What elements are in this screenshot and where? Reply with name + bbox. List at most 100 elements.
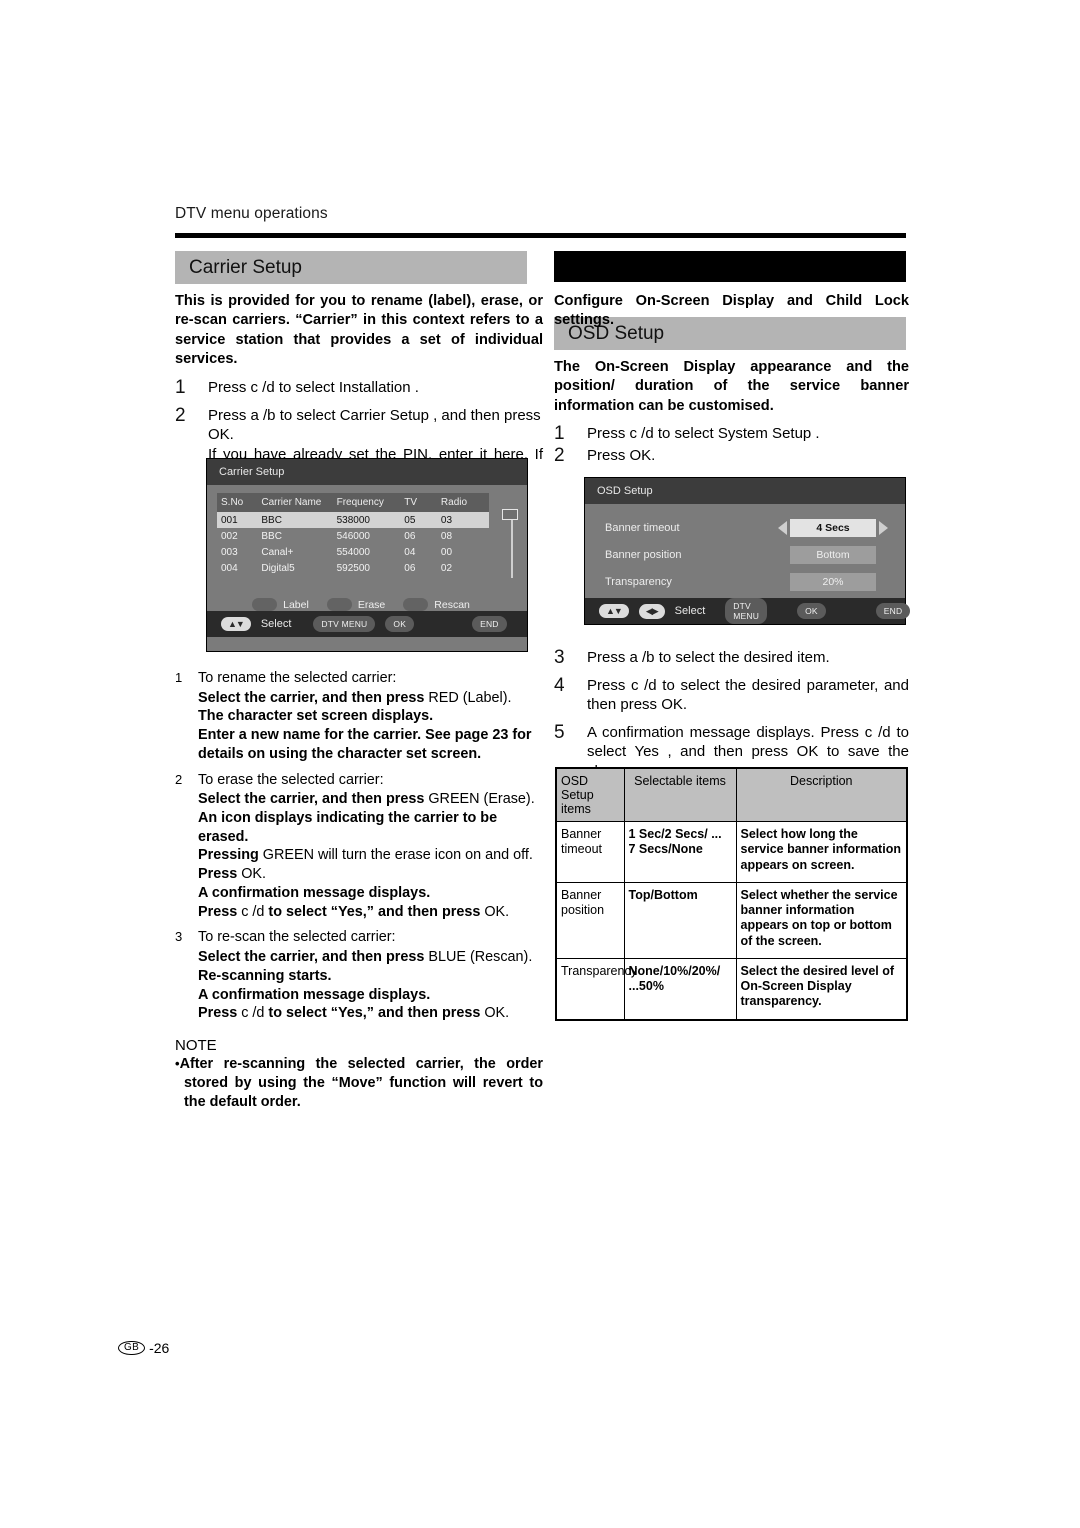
redacted-heading-bar	[554, 251, 906, 282]
osd-setup-screen-mock: OSD Setup Banner timeout 4 Secs Banner p…	[584, 477, 911, 625]
procedure-line-bold: A confirmation message displays.	[198, 884, 431, 901]
procedure-detail: Select the carrier, and then press GREEN…	[198, 790, 543, 921]
step-number: 5	[554, 721, 565, 743]
osd-row-value[interactable]: 4 Secs	[790, 519, 876, 537]
osd-row-banner-position[interactable]: Banner position Bottom	[605, 544, 891, 566]
step-number: 2	[175, 404, 186, 426]
footer-select-label: Select	[674, 605, 706, 617]
end-button[interactable]: END	[875, 603, 911, 619]
cell-freq: 554000	[336, 546, 370, 558]
carrier-screen-title: Carrier Setup	[207, 459, 527, 485]
cell-freq: 546000	[336, 530, 370, 542]
spec-cell-selectable: Top/Bottom	[623, 881, 737, 959]
carrier-setup-intro: This is provided for you to rename (labe…	[175, 293, 543, 368]
cell-name: BBC	[257, 512, 333, 528]
col-header-name: Carrier Name	[257, 493, 333, 512]
red-key-icon[interactable]	[252, 598, 278, 611]
ok-button[interactable]: OK	[797, 603, 826, 619]
osd-row-value[interactable]: 20%	[790, 573, 876, 591]
spec-header-description: Description	[735, 767, 908, 822]
left-column: This is provided for you to rename (labe…	[175, 292, 543, 484]
step-item: 2 Press OK.	[554, 446, 909, 466]
configure-line: Configure On-Screen Display and Child Lo…	[554, 293, 909, 329]
col-header-radio: Radio	[436, 493, 489, 512]
osd-screen-body: Banner timeout 4 Secs Banner position Bo…	[585, 504, 905, 593]
right-arrow-icon[interactable]	[879, 521, 888, 535]
scrollbar-thumb[interactable]	[502, 509, 518, 520]
table-row: Banner timeout 1 Sec/2 Secs/ ... 7 Secs/…	[555, 821, 908, 883]
procedure-line-bold: Select the carrier, and then press	[198, 689, 429, 706]
spec-header-selectable: Selectable items	[623, 767, 737, 822]
cell-tv: 06	[404, 530, 416, 542]
table-row[interactable]: 001 BBC 538000 05 03	[217, 512, 489, 528]
spec-cell-item: Transparency	[555, 957, 637, 1021]
end-button[interactable]: END	[472, 616, 507, 632]
cell-sno: 003	[221, 546, 238, 558]
cell-tv: 05	[400, 512, 437, 528]
procedure-line-regular2: OK.	[484, 903, 510, 920]
procedure-item: 1 To rename the selected carrier:	[175, 669, 543, 688]
carrier-procedures: 1 To rename the selected carrier: Select…	[175, 662, 543, 1112]
step-item: 1 Press c /d to select Installation .	[175, 377, 543, 398]
spec-header-items: OSD Setup items	[555, 767, 625, 822]
left-arrow-icon[interactable]	[778, 521, 787, 535]
procedure-line-regular: GREEN (Erase).	[428, 791, 535, 808]
dtv-menu-button[interactable]: DTV MENU	[313, 616, 376, 632]
cell-name: Digital5	[261, 562, 295, 574]
section-title-carrier-setup-label: Carrier Setup	[189, 256, 302, 278]
green-key-icon[interactable]	[326, 598, 352, 611]
cell-freq: 592500	[336, 562, 370, 574]
key-label-label: Label	[283, 598, 309, 611]
spec-cell-selectable: 1 Sec/2 Secs/ ... 7 Secs/None	[623, 821, 737, 883]
updown-arrows-icon[interactable]: ▲▼	[221, 617, 251, 631]
procedure-line-bold: A confirmation message displays.	[198, 986, 431, 1003]
spec-cell-selectable: None/10%/20%/ ...50%	[623, 957, 737, 1021]
page-number: -26	[149, 1340, 170, 1356]
procedure-title: To rename the selected carrier:	[198, 670, 397, 686]
step-text: Press c /d to select System Setup .	[587, 425, 820, 443]
note-text: After re-scanning the selected carrier, …	[179, 1055, 543, 1110]
manual-page: DTV menu operations Carrier Setup OSD Se…	[0, 0, 1080, 1528]
ok-button[interactable]: OK	[385, 616, 415, 632]
step-item: 4 Press c /d to select the desired param…	[554, 675, 909, 715]
osd-row-label: Transparency	[605, 576, 672, 588]
footer-select-label: Select	[260, 618, 292, 630]
cell-radio: 02	[440, 562, 453, 574]
cell-sno: 004	[221, 562, 238, 574]
scrollbar-track[interactable]	[511, 512, 513, 578]
osd-row-banner-timeout[interactable]: Banner timeout 4 Secs	[605, 517, 891, 539]
osd-setup-steps-top: 1 Press c /d to select System Setup . 2 …	[554, 424, 909, 466]
procedure-line-bold: Press	[198, 866, 242, 883]
carrier-table: S.No Carrier Name Frequency TV Radio 001…	[217, 493, 489, 576]
table-row[interactable]: 004 Digital5 592500 06 02	[217, 560, 489, 576]
table-row[interactable]: 003 Canal+ 554000 04 00	[217, 544, 489, 560]
procedure-line-regular: BLUE (Rescan).	[428, 949, 533, 966]
procedure-line-bold: Select the carrier, and then press	[198, 949, 429, 966]
cell-radio: 03	[436, 512, 489, 528]
osd-row-transparency[interactable]: Transparency 20%	[605, 571, 891, 593]
procedure-line-regular2: OK.	[484, 1005, 510, 1022]
procedure-title: To erase the selected carrier:	[198, 771, 384, 788]
step-item: 1 Press c /d to select System Setup .	[554, 424, 909, 444]
osd-screen-title: OSD Setup	[585, 478, 905, 504]
procedure-line-regular: c /d	[241, 903, 269, 920]
procedure-number: 3	[175, 929, 183, 945]
table-row: Banner position Top/Bottom Select whethe…	[555, 881, 908, 959]
region-badge: GB	[118, 1340, 146, 1356]
leftright-arrows-icon[interactable]: ◀▶	[638, 603, 665, 619]
carrier-screen-footer: ▲▼ Select DTV MENU OK END	[207, 611, 527, 637]
osd-row-value[interactable]: Bottom	[790, 546, 876, 564]
dtv-menu-button[interactable]: DTV MENU	[725, 598, 768, 624]
osd-row-label: Banner position	[605, 549, 682, 561]
step-text: Press c /d to select Installation .	[208, 378, 419, 396]
blue-key-icon[interactable]	[403, 598, 429, 611]
cell-tv: 06	[404, 562, 416, 574]
right-column-body: The On-Screen Display appearance and the…	[554, 358, 909, 466]
step-text: Press OK.	[587, 447, 656, 465]
procedure-detail: Select the carrier, and then press BLUE …	[198, 948, 543, 1023]
section-title-carrier-setup: Carrier Setup	[175, 251, 527, 284]
procedure-line-regular: RED (Label).	[428, 689, 512, 706]
cell-radio: 00	[440, 546, 453, 558]
updown-arrows-icon[interactable]: ▲▼	[599, 604, 629, 618]
table-row[interactable]: 002 BBC 546000 06 08	[217, 528, 489, 544]
